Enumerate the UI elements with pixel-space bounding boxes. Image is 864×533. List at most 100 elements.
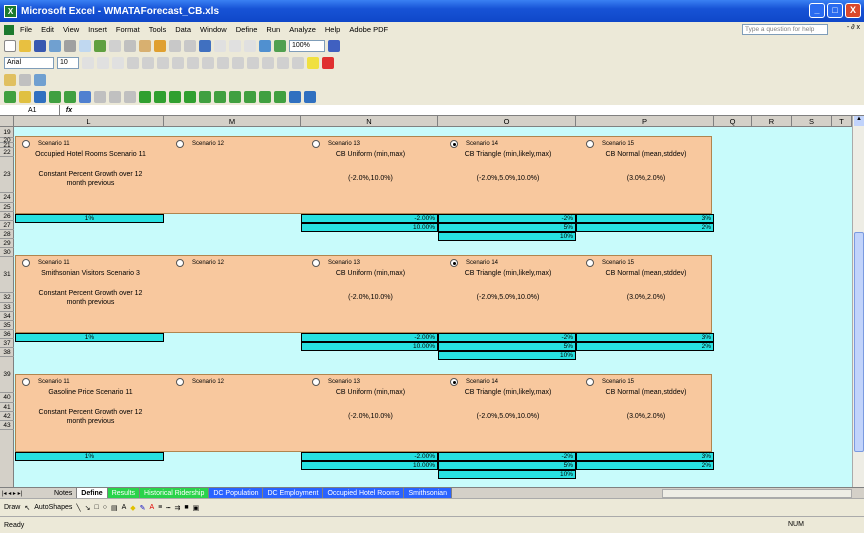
menu-edit[interactable]: Edit <box>41 25 54 34</box>
scenario-radio[interactable]: Scenario 14 <box>450 140 498 148</box>
menu-format[interactable]: Format <box>116 25 140 34</box>
paste-data-icon[interactable] <box>64 90 76 103</box>
scenario-radio[interactable]: Scenario 13 <box>312 140 360 148</box>
o-max-cell[interactable]: 10% <box>438 470 576 479</box>
single-step-icon[interactable] <box>184 90 196 103</box>
close-button[interactable]: X <box>845 3 861 18</box>
sheet-tab[interactable]: Notes <box>50 487 78 499</box>
menu-define[interactable]: Define <box>236 25 258 34</box>
bold-icon[interactable] <box>82 56 94 69</box>
preferences-icon[interactable] <box>124 90 136 103</box>
rectangle-icon[interactable]: □ <box>94 504 98 511</box>
menu-file[interactable]: File <box>20 25 32 34</box>
workbook-icon[interactable] <box>4 24 14 35</box>
scenario-radio[interactable]: Scenario 12 <box>176 140 224 148</box>
row-header[interactable]: 29 <box>0 239 14 248</box>
column-header-o[interactable]: O <box>438 116 576 127</box>
fill-color-draw-icon[interactable]: ◆ <box>130 504 135 512</box>
trend-charts-icon[interactable] <box>229 90 241 103</box>
freeze-icon[interactable] <box>109 90 121 103</box>
define-assumption-icon[interactable] <box>4 90 16 103</box>
p-mean-cell[interactable]: 3% <box>576 214 714 223</box>
extract-data-icon[interactable] <box>274 90 286 103</box>
save-icon[interactable] <box>34 39 46 52</box>
redo-icon[interactable] <box>184 39 196 52</box>
radio-button-icon[interactable] <box>586 259 594 267</box>
scenario-radio[interactable]: Scenario 15 <box>586 378 634 386</box>
o-max-cell[interactable]: 10% <box>438 232 576 241</box>
scenario-radio[interactable]: Scenario 15 <box>586 259 634 267</box>
line-style-icon[interactable]: ≡ <box>158 504 162 511</box>
copy-data-icon[interactable] <box>49 90 61 103</box>
3d-icon[interactable]: ▣ <box>193 504 200 512</box>
scenario-radio[interactable]: Scenario 14 <box>450 259 498 267</box>
scenario-radio[interactable]: Scenario 13 <box>312 259 360 267</box>
align-right-icon[interactable] <box>157 56 169 69</box>
row-header[interactable]: 39 <box>0 357 14 393</box>
n-max-cell[interactable]: 10.00% <box>301 342 438 351</box>
o-min-cell[interactable]: -2% <box>438 333 576 342</box>
column-header-s[interactable]: S <box>792 116 832 127</box>
radio-button-icon[interactable] <box>176 378 184 386</box>
column-header-t[interactable]: T <box>832 116 852 127</box>
wordart-icon[interactable]: A <box>122 504 127 511</box>
autosum-icon[interactable] <box>214 39 226 52</box>
radio-button-icon[interactable] <box>450 140 458 148</box>
track-changes-icon[interactable] <box>19 73 31 86</box>
scenario-radio[interactable]: Scenario 11 <box>22 259 70 267</box>
column-header-n[interactable]: N <box>301 116 438 127</box>
cut-icon[interactable] <box>109 39 121 52</box>
clear-data-icon[interactable] <box>79 90 91 103</box>
scenario-radio[interactable]: Scenario 13 <box>312 378 360 386</box>
radio-button-icon[interactable] <box>586 378 594 386</box>
row-header[interactable]: 37 <box>0 339 14 348</box>
start-simulation-icon[interactable] <box>139 90 151 103</box>
oval-icon[interactable]: ○ <box>103 504 107 511</box>
draw-menu[interactable]: Draw <box>4 504 20 511</box>
l-value-cell[interactable]: 1% <box>15 333 164 342</box>
row-header[interactable]: 42 <box>0 412 14 421</box>
menu-window[interactable]: Window <box>200 25 227 34</box>
help-search-input[interactable]: Type a question for help <box>742 24 828 35</box>
define-forecast-icon[interactable] <box>34 90 46 103</box>
sheet-tab[interactable]: Smithsonian <box>404 487 452 499</box>
menu-tools[interactable]: Tools <box>149 25 167 34</box>
undo-icon[interactable] <box>169 39 181 52</box>
currency-icon[interactable] <box>187 56 199 69</box>
scenario-radio[interactable]: Scenario 15 <box>586 140 634 148</box>
cb-help-icon[interactable] <box>304 90 316 103</box>
row-header[interactable]: 41 <box>0 403 14 412</box>
comma-icon[interactable] <box>217 56 229 69</box>
row-header[interactable]: 26 <box>0 212 14 221</box>
radio-button-icon[interactable] <box>22 140 30 148</box>
chart-wizard-icon[interactable] <box>259 39 271 52</box>
row-header[interactable]: 36 <box>0 330 14 339</box>
radio-button-icon[interactable] <box>22 259 30 267</box>
permission-icon[interactable] <box>49 39 61 52</box>
p-mean-cell[interactable]: 3% <box>576 452 714 461</box>
p-stddev-cell[interactable]: 2% <box>576 223 714 232</box>
row-header[interactable]: 31 <box>0 257 14 293</box>
column-header-m[interactable]: M <box>164 116 301 127</box>
sort-descending-icon[interactable] <box>244 39 256 52</box>
column-header-l[interactable]: L <box>14 116 164 127</box>
menu-insert[interactable]: Insert <box>88 25 107 34</box>
new-icon[interactable] <box>4 39 16 52</box>
select-all-icon[interactable] <box>94 90 106 103</box>
italic-icon[interactable] <box>97 56 109 69</box>
row-header[interactable]: 33 <box>0 303 14 312</box>
menu-view[interactable]: View <box>63 25 79 34</box>
o-likely-cell[interactable]: 5% <box>438 342 576 351</box>
scroll-thumb[interactable] <box>854 232 864 452</box>
worksheet-grid[interactable]: L M N O P Q R S T 19 20 21 22 23 24 25 26 27 28 29… <box>0 116 864 487</box>
print-icon[interactable] <box>64 39 76 52</box>
line-color-icon[interactable]: ✎ <box>140 504 146 512</box>
font-name-box[interactable]: Arial <box>4 56 54 69</box>
tab-navigation-icon[interactable]: |◂ ◂ ▸ ▸| <box>0 490 50 497</box>
menu-data[interactable]: Data <box>175 25 191 34</box>
increase-decimal-icon[interactable] <box>232 56 244 69</box>
row-header[interactable]: 24 <box>0 193 14 203</box>
radio-button-icon[interactable] <box>450 259 458 267</box>
menu-adobe-pdf[interactable]: Adobe PDF <box>349 25 388 34</box>
select-all-corner[interactable] <box>0 116 14 127</box>
